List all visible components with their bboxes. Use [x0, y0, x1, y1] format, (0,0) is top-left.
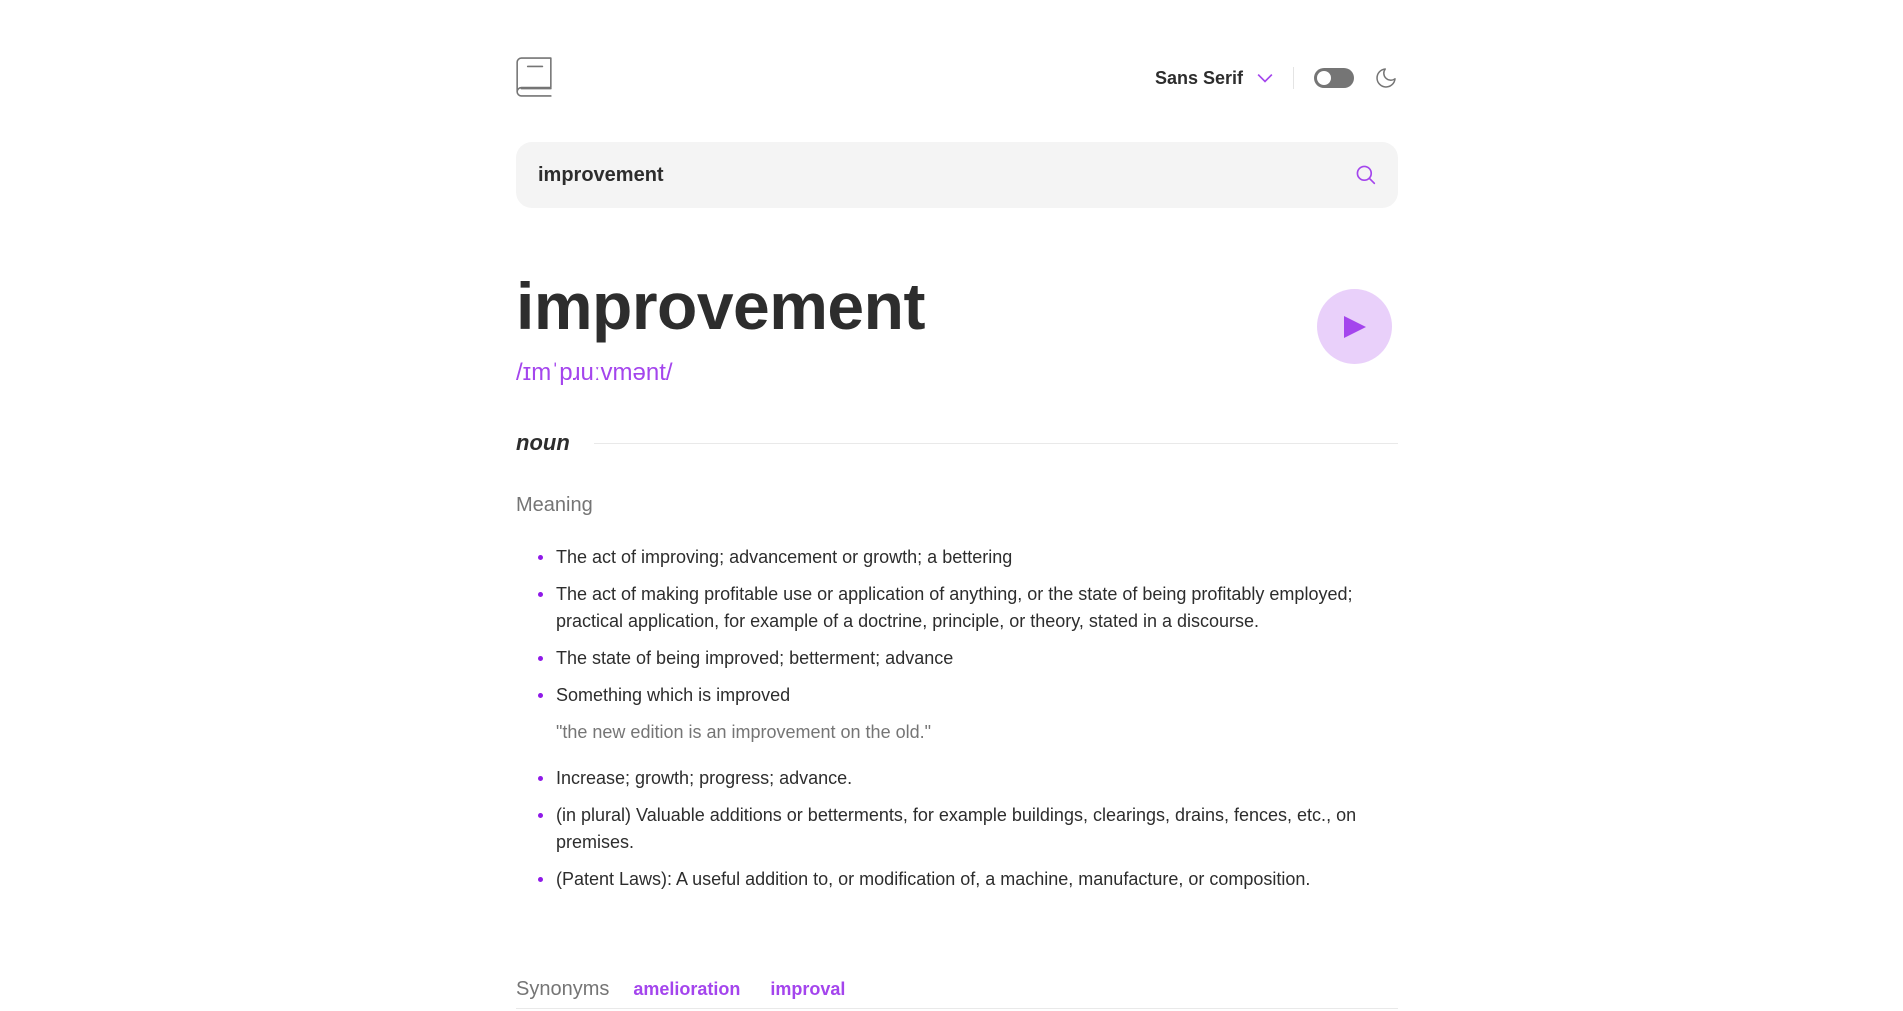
definition-text: The act of making profitable use or appl… [556, 584, 1353, 631]
definition-text: The state of being improved; betterment;… [556, 648, 954, 668]
header-divider [1293, 67, 1294, 89]
definition-item: (in plural) Valuable additions or better… [516, 802, 1398, 856]
play-icon [1343, 315, 1366, 338]
definition-item: Something which is improved "the new edi… [516, 682, 1398, 746]
search-icon[interactable] [1356, 165, 1376, 185]
definition-item: The act of making profitable use or appl… [516, 581, 1398, 635]
definition-item: The state of being improved; betterment;… [516, 645, 1398, 672]
font-select-label: Sans Serif [1154, 67, 1243, 88]
phonetic-text: /ɪmˈpɹuːvmənt/ [516, 359, 673, 386]
toggle-knob [1317, 71, 1331, 85]
part-of-speech: noun [516, 430, 570, 455]
bullet-dot [538, 813, 543, 818]
dictionary-app: Sans Serif improvement improvement /ɪmˈp… [0, 0, 1903, 1011]
definition-text: (in plural) Valuable additions or better… [556, 805, 1357, 852]
search-input[interactable] [538, 163, 1356, 187]
bullet-dot [538, 877, 543, 882]
bullet-dot [538, 776, 543, 781]
bullet-dot [538, 693, 543, 698]
part-of-speech-row: noun [516, 430, 1398, 456]
meaning-heading: Meaning [516, 494, 593, 516]
definition-item: The act of improving; advancement or gro… [516, 544, 1398, 571]
main-container: Sans Serif improvement improvement /ɪmˈp… [516, 0, 1398, 1009]
definition-example: "the new edition is an improvement on th… [556, 722, 931, 742]
bullet-dot [538, 656, 543, 661]
part-of-speech-divider [593, 442, 1398, 444]
theme-toggle[interactable] [1314, 68, 1354, 88]
chevron-down-icon [1257, 73, 1273, 83]
moon-icon[interactable] [1374, 66, 1398, 90]
synonyms-heading: Synonyms [516, 978, 610, 1000]
header-controls: Sans Serif [1155, 64, 1398, 92]
search-bar [516, 142, 1398, 208]
definition-text: (Patent Laws): A useful addition to, or … [556, 869, 1311, 889]
font-select[interactable]: Sans Serif [1155, 68, 1273, 89]
definition-text: Increase; growth; progress; advance. [556, 768, 853, 788]
bullet-dot [538, 555, 543, 560]
synonym-link[interactable]: improval [770, 979, 845, 1000]
synonym-link[interactable]: amelioration [633, 979, 740, 1000]
book-icon[interactable] [516, 57, 552, 97]
play-audio-button[interactable] [1317, 289, 1392, 364]
section-divider [516, 1008, 1398, 1009]
definition-text: Something which is improved [556, 685, 791, 705]
definitions-list: The act of improving; advancement or gro… [516, 544, 1398, 903]
header: Sans Serif [516, 0, 1398, 155]
synonyms-row: Synonyms amelioration improval [516, 978, 1398, 1001]
definition-item: (Patent Laws): A useful addition to, or … [516, 866, 1398, 893]
definition-item: Increase; growth; progress; advance. [516, 765, 1398, 792]
word-title: improvement [516, 269, 925, 343]
definition-text: The act of improving; advancement or gro… [556, 547, 1013, 567]
bullet-dot [538, 592, 543, 597]
